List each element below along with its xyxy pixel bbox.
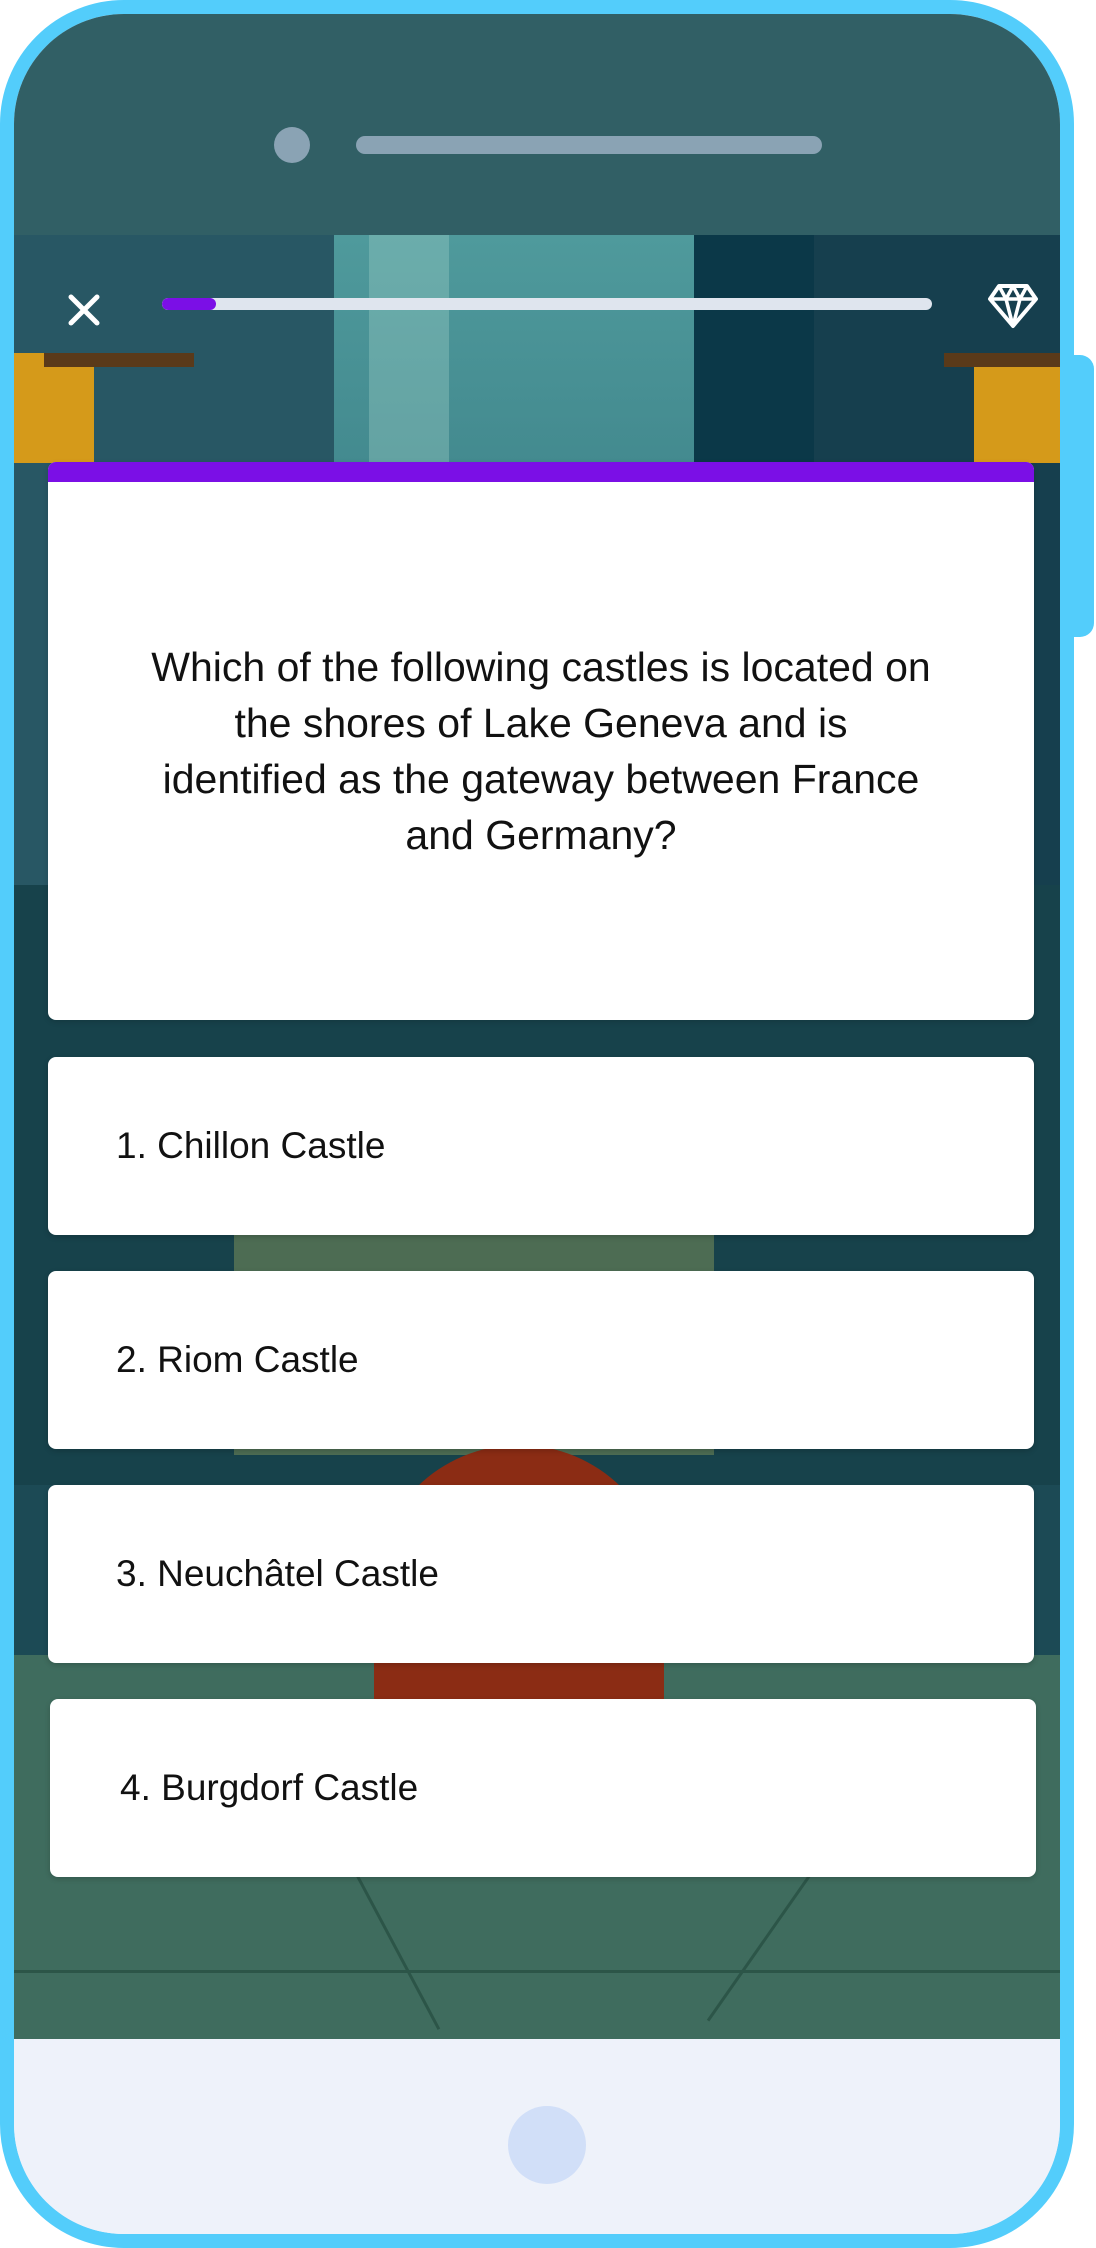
answer-option-1[interactable]: 1. Chillon Castle: [48, 1057, 1034, 1235]
background-banner-rod-left: [44, 353, 194, 367]
close-icon: [68, 294, 100, 326]
answer-option-2[interactable]: 2. Riom Castle: [48, 1271, 1034, 1449]
floor-line: [14, 1970, 1060, 1973]
question-accent-bar: [48, 462, 1034, 482]
phone-home-area: [14, 2039, 1060, 2234]
question-card: Which of the following castles is locate…: [48, 462, 1034, 1020]
game-screen: Which of the following castles is locate…: [14, 235, 1060, 2039]
phone-top-bar: [14, 14, 1060, 235]
answer-option-4[interactable]: 4. Burgdorf Castle: [50, 1699, 1036, 1877]
quiz-progress-bar: [162, 298, 932, 310]
gems-button[interactable]: [978, 271, 1048, 341]
background-light-highlight: [369, 235, 449, 465]
close-button[interactable]: [54, 280, 114, 340]
question-text: Which of the following castles is locate…: [151, 644, 931, 858]
speaker-grille: [356, 136, 822, 154]
background-banner-right: [974, 353, 1060, 463]
diamond-icon: [988, 284, 1038, 328]
background-banner-left: [14, 353, 94, 463]
phone-frame: Which of the following castles is locate…: [0, 0, 1074, 2248]
answer-option-3[interactable]: 3. Neuchâtel Castle: [48, 1485, 1034, 1663]
background-banner-rod-right: [944, 353, 1060, 367]
camera-icon: [274, 127, 310, 163]
home-button[interactable]: [508, 2106, 586, 2184]
quiz-progress-fill: [162, 298, 216, 310]
